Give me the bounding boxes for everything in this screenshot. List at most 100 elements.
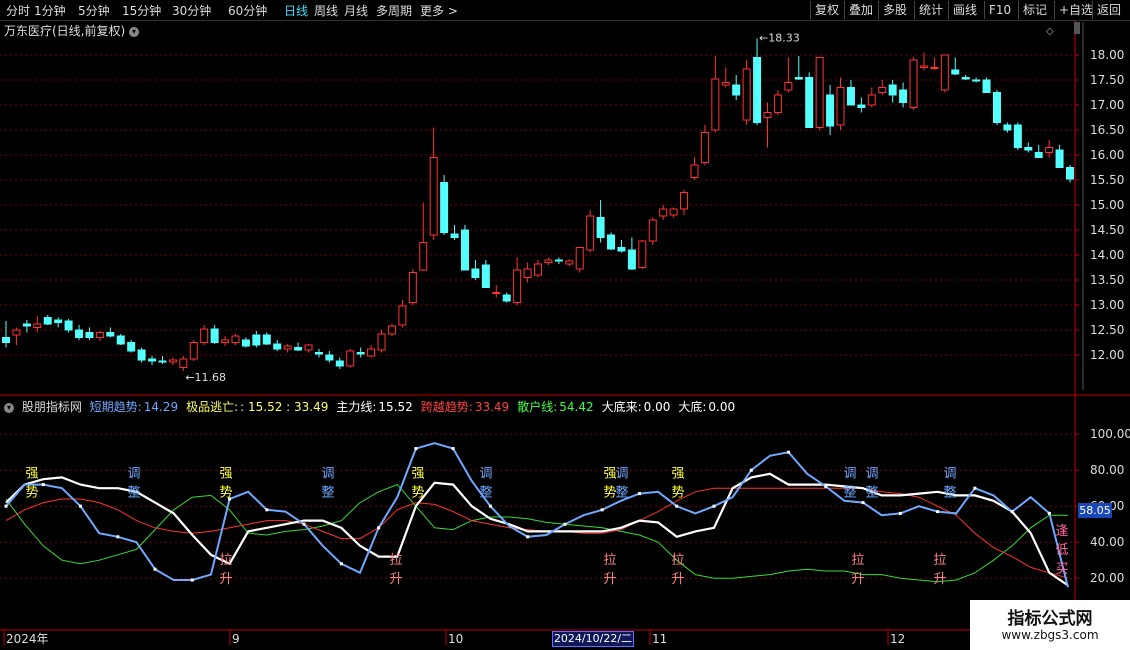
candle-body: [221, 339, 230, 343]
candle-body: [481, 264, 490, 288]
candle-body: [387, 325, 396, 335]
candle: [387, 324, 396, 336]
series-point: [787, 450, 791, 454]
candle-body: [1066, 167, 1074, 180]
signal-label: 调: [127, 466, 140, 481]
signal-label: 升: [851, 572, 864, 587]
candle: [210, 325, 219, 344]
candle: [659, 205, 668, 220]
candle: [627, 237, 636, 270]
candle: [794, 56, 803, 80]
signal-label: 强: [671, 466, 684, 481]
candle: [304, 344, 313, 353]
candle: [648, 217, 657, 245]
candle: [262, 332, 271, 345]
series-point: [451, 447, 455, 451]
candle-body: [450, 233, 459, 238]
candle-body: [544, 259, 553, 263]
candle: [440, 175, 449, 235]
signal-label: 整: [479, 485, 492, 500]
y-tick-label: 13.50: [1090, 273, 1124, 287]
candle: [450, 225, 459, 240]
series-point: [526, 535, 530, 539]
series-point: [898, 511, 902, 515]
candle: [179, 356, 188, 371]
signal-label: 拉: [851, 553, 864, 568]
signal-label: 买: [1055, 562, 1068, 577]
candle: [586, 210, 595, 253]
candle-body: [575, 247, 584, 270]
candle-body: [659, 208, 668, 217]
candle-body: [930, 67, 939, 69]
signal-label: 调: [479, 466, 492, 481]
series-point: [749, 468, 753, 472]
candle: [596, 200, 605, 243]
candle-body: [210, 328, 219, 343]
candle-body: [429, 157, 438, 236]
signal-label: 调: [865, 466, 878, 481]
candle-body: [878, 87, 887, 93]
signal-label: 势: [25, 484, 38, 500]
candle: [940, 54, 949, 93]
candle-body: [1024, 147, 1033, 151]
candle-body: [700, 132, 709, 163]
candle: [961, 75, 970, 80]
candle-body: [12, 329, 21, 336]
current-value-badge: 58.05: [1078, 503, 1112, 518]
series-point: [824, 484, 828, 488]
series-point: [675, 504, 679, 508]
signal-label: 整: [127, 485, 140, 500]
candle-body: [314, 352, 323, 355]
signal-label: 整: [943, 485, 956, 500]
candle-body: [909, 59, 918, 108]
candle: [492, 285, 501, 298]
signal-label: 升: [671, 572, 684, 587]
series-point: [1047, 511, 1051, 515]
candle: [273, 340, 282, 351]
candle: [325, 351, 334, 363]
candle: [690, 157, 699, 180]
signal-label: 拉: [389, 553, 402, 568]
candle: [951, 57, 960, 75]
candle-body: [1055, 149, 1064, 168]
candle-body: [961, 77, 970, 80]
y-tick-label: 14.50: [1090, 223, 1124, 237]
candle-body: [1045, 147, 1054, 153]
candle-body: [805, 77, 814, 128]
signal-label: 升: [933, 572, 946, 587]
candle-body: [262, 334, 271, 345]
candle-body: [231, 335, 240, 343]
series-line: [5, 484, 1068, 583]
candle: [846, 80, 855, 106]
candle-body: [127, 342, 136, 352]
candle: [54, 317, 63, 328]
series-point: [1010, 510, 1014, 514]
signal-label: 强: [25, 466, 38, 481]
candle-body: [179, 358, 188, 368]
y-tick-label: 12.50: [1090, 323, 1124, 337]
candle: [544, 257, 553, 265]
candle: [867, 87, 876, 108]
candle: [221, 336, 230, 346]
series-point: [600, 508, 604, 512]
candle-body: [523, 268, 532, 278]
candle-body: [2, 337, 10, 343]
candle-body: [419, 242, 428, 271]
candle: [460, 225, 469, 271]
signal-label: 升: [603, 572, 616, 587]
series-line: [5, 442, 1069, 588]
signal-label: 强: [411, 466, 424, 481]
candle-body: [586, 215, 595, 251]
candle: [346, 349, 355, 368]
series-point: [79, 504, 83, 508]
candle-body: [836, 87, 845, 126]
candle-body: [732, 84, 741, 96]
candle-body: [940, 54, 949, 91]
signal-label: 整: [615, 485, 628, 500]
candle: [294, 342, 303, 351]
candle: [471, 260, 480, 280]
y-tick-label: 15.00: [1090, 198, 1124, 212]
candle: [711, 56, 720, 133]
x-tick-label: 11: [652, 632, 667, 646]
candle: [909, 57, 918, 110]
